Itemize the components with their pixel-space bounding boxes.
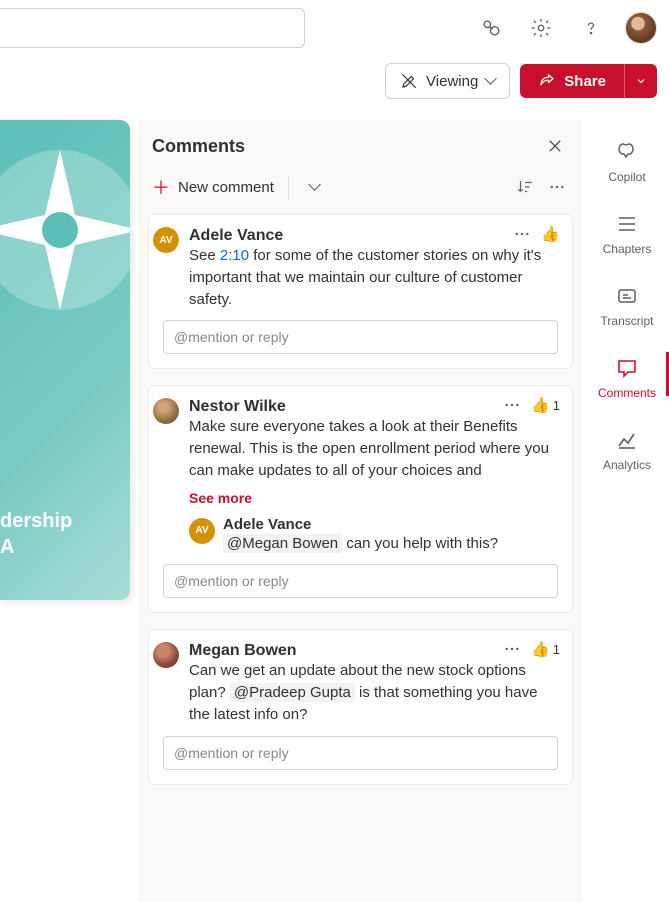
comments-toolbar: ＋ New comment bbox=[138, 166, 583, 214]
comment-card: 👍 1 Megan Bowen Can we get an update abo… bbox=[148, 629, 573, 784]
thumbs-up-icon: 👍 bbox=[531, 640, 550, 658]
rail-label: Comments bbox=[598, 386, 656, 400]
comment-body: See 2:10 for some of the customer storie… bbox=[189, 245, 558, 310]
comments-title: Comments bbox=[152, 136, 245, 157]
thumbs-up-icon: 👍 bbox=[541, 225, 560, 243]
more-options-button[interactable] bbox=[545, 175, 569, 199]
title-bar bbox=[0, 0, 669, 56]
search-input[interactable] bbox=[0, 8, 305, 48]
reply-input[interactable]: @mention or reply bbox=[163, 564, 558, 598]
comment-body: Make sure everyone takes a look at their… bbox=[189, 416, 558, 481]
whats-new-icon[interactable] bbox=[475, 12, 507, 44]
comments-scroll[interactable]: 👍 AV Adele Vance See 2:10 for some of th… bbox=[138, 214, 583, 902]
rail-label: Copilot bbox=[608, 170, 645, 184]
share-button-group: Share bbox=[520, 64, 657, 98]
comment-actions: 👍 bbox=[513, 225, 560, 243]
comment-card: 👍 1 Nestor Wilke Make sure everyone take… bbox=[148, 385, 573, 613]
rail-item-copilot[interactable]: Copilot bbox=[585, 140, 669, 184]
author-avatar bbox=[153, 642, 179, 668]
compass-star-graphic bbox=[0, 130, 130, 330]
rail-label: Chapters bbox=[603, 242, 652, 256]
comment-menu-button[interactable] bbox=[503, 640, 521, 658]
comment-body: Can we get an update about the new stock… bbox=[189, 660, 558, 725]
document-preview-slice: dership A bbox=[0, 120, 130, 600]
like-button[interactable]: 👍 bbox=[541, 225, 560, 243]
chapters-icon bbox=[615, 212, 639, 236]
comment-filter-dropdown[interactable] bbox=[303, 175, 327, 199]
ellipsis-icon bbox=[503, 640, 521, 658]
comment-actions: 👍 1 bbox=[503, 396, 560, 414]
reply-author-avatar: AV bbox=[189, 518, 215, 544]
author-avatar: AV bbox=[153, 227, 179, 253]
comment-actions: 👍 1 bbox=[503, 640, 560, 658]
help-icon[interactable] bbox=[575, 12, 607, 44]
share-dropdown-button[interactable] bbox=[624, 64, 657, 98]
close-icon bbox=[546, 137, 564, 155]
comment-reply: AV Adele Vance @Megan Bowen can you help… bbox=[189, 516, 558, 555]
video-timestamp-link[interactable]: 2:10 bbox=[220, 247, 249, 264]
like-count: 1 bbox=[553, 398, 560, 413]
action-bar: Viewing Share bbox=[0, 56, 669, 106]
rail-item-chapters[interactable]: Chapters bbox=[585, 212, 669, 256]
close-panel-button[interactable] bbox=[543, 134, 567, 158]
rail-label: Analytics bbox=[603, 458, 651, 472]
reply-input[interactable]: @mention or reply bbox=[163, 736, 558, 770]
new-comment-label: New comment bbox=[178, 179, 274, 196]
comment-card: 👍 AV Adele Vance See 2:10 for some of th… bbox=[148, 214, 573, 369]
like-count: 1 bbox=[553, 642, 560, 657]
comment-menu-button[interactable] bbox=[513, 225, 531, 243]
comment-author: Adele Vance bbox=[189, 227, 558, 245]
divider bbox=[288, 175, 289, 199]
chevron-down-icon bbox=[310, 179, 319, 195]
side-rail: Copilot Chapters Transcript Comments Ana… bbox=[585, 120, 669, 472]
rail-item-transcript[interactable]: Transcript bbox=[585, 284, 669, 328]
like-button[interactable]: 👍 1 bbox=[531, 640, 560, 658]
chevron-down-icon bbox=[486, 73, 495, 90]
header-icons bbox=[475, 12, 657, 44]
settings-gear-icon[interactable] bbox=[525, 12, 557, 44]
analytics-icon bbox=[615, 428, 639, 452]
new-comment-button[interactable]: ＋ New comment bbox=[152, 174, 274, 200]
chevron-down-icon bbox=[635, 75, 647, 87]
document-title-fragment: dership A bbox=[0, 508, 72, 560]
transcript-icon bbox=[615, 284, 639, 308]
thumbs-up-icon: 👍 bbox=[531, 396, 550, 414]
plus-icon: ＋ bbox=[152, 174, 170, 200]
ellipsis-icon bbox=[548, 178, 566, 196]
user-mention[interactable]: @Megan Bowen bbox=[223, 534, 342, 553]
comments-icon bbox=[615, 356, 639, 380]
comments-panel: Comments ＋ New comment bbox=[138, 120, 583, 902]
reply-author: Adele Vance bbox=[223, 516, 558, 533]
sort-icon bbox=[516, 178, 534, 196]
rail-label: Transcript bbox=[601, 314, 654, 328]
share-arrow-icon bbox=[538, 72, 556, 90]
author-avatar bbox=[153, 398, 179, 424]
viewing-label: Viewing bbox=[426, 73, 478, 90]
viewing-mode-button[interactable]: Viewing bbox=[385, 63, 510, 99]
rail-item-analytics[interactable]: Analytics bbox=[585, 428, 669, 472]
share-label: Share bbox=[564, 73, 606, 90]
reply-input[interactable]: @mention or reply bbox=[163, 320, 558, 354]
share-button[interactable]: Share bbox=[520, 64, 624, 98]
rail-item-comments[interactable]: Comments bbox=[585, 356, 669, 400]
ellipsis-icon bbox=[503, 396, 521, 414]
see-more-button[interactable]: See more bbox=[189, 490, 558, 506]
user-avatar[interactable] bbox=[625, 12, 657, 44]
ellipsis-icon bbox=[513, 225, 531, 243]
comments-header: Comments bbox=[138, 120, 583, 166]
comment-menu-button[interactable] bbox=[503, 396, 521, 414]
user-mention[interactable]: @Pradeep Gupta bbox=[230, 683, 355, 702]
copilot-icon bbox=[615, 140, 639, 164]
pencil-slash-icon bbox=[400, 72, 418, 90]
reply-body: @Megan Bowen can you help with this? bbox=[223, 533, 558, 555]
like-button[interactable]: 👍 1 bbox=[531, 396, 560, 414]
sort-button[interactable] bbox=[513, 175, 537, 199]
